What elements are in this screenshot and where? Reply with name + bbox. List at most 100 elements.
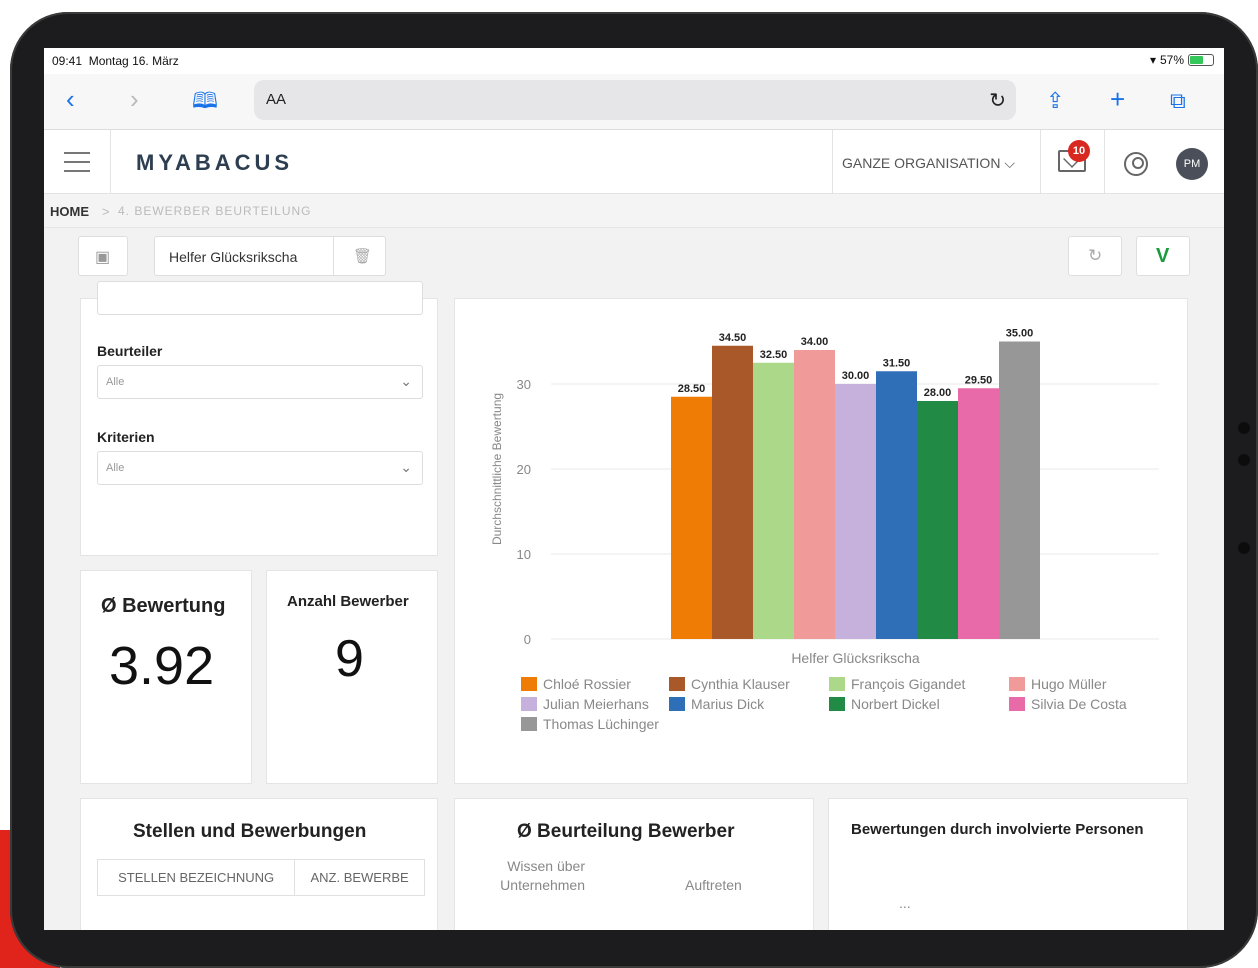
- header-divider: [110, 130, 111, 194]
- approve-button[interactable]: V: [1136, 236, 1190, 276]
- user-profile-icon[interactable]: [1124, 152, 1148, 176]
- legend-swatch: [829, 697, 845, 711]
- legend-label: Julian Meierhans: [543, 696, 649, 712]
- battery-level: [1190, 56, 1203, 64]
- bookmarks-icon[interactable]: 🕮: [192, 88, 218, 114]
- y-axis-label: Durchschnittliche Bewertung: [490, 393, 504, 545]
- refresh-button[interactable]: ↻: [1068, 236, 1122, 276]
- stellen-title: Stellen und Bewerbungen: [133, 821, 367, 842]
- beurteiler-select[interactable]: Alle ⌄: [97, 365, 423, 399]
- bar-data-label: 34.50: [719, 332, 747, 344]
- legend-swatch: [521, 697, 537, 711]
- stellen-column-header[interactable]: STELLEN BEZEICHNUNG: [96, 859, 296, 896]
- legend-swatch: [521, 677, 537, 691]
- legend-swatch: [1009, 677, 1025, 691]
- beurteiler-value: Alle: [106, 376, 125, 388]
- y-tick-label: 30: [517, 377, 531, 392]
- legend-swatch: [521, 717, 537, 731]
- bar-data-label: 28.00: [924, 387, 952, 399]
- legend-label: Marius Dick: [691, 696, 765, 712]
- bar-data-label: 29.50: [965, 374, 993, 386]
- status-bar: 09:41 Montag 16. März ▾ 57%: [44, 48, 1224, 74]
- filter-select-top[interactable]: [97, 281, 423, 315]
- approve-label: V: [1156, 245, 1170, 267]
- back-icon[interactable]: ‹: [66, 86, 75, 112]
- avg-rating-card: Ø Bewertung 3.92: [80, 570, 252, 784]
- menu-icon[interactable]: [64, 152, 90, 179]
- forward-icon[interactable]: ›: [130, 86, 139, 112]
- legend-label: Hugo Müller: [1031, 676, 1107, 692]
- tablet-side-button: [1238, 422, 1250, 434]
- save-button[interactable]: ▣: [78, 236, 128, 276]
- radar-axis-label: Wissen über Unternehmen: [500, 858, 585, 893]
- legend-swatch: [829, 677, 845, 691]
- avg-rating-value: 3.92: [109, 636, 215, 696]
- legend-swatch: [669, 677, 685, 691]
- share-icon[interactable]: ⇪: [1046, 88, 1064, 114]
- filter-card: Beurteiler Alle ⌄ Kriterien Alle ⌄: [80, 281, 438, 556]
- bar-data-label: 34.00: [801, 336, 829, 348]
- beurteiler-label: Beurteiler: [97, 343, 163, 359]
- status-time: 09:41 Montag 16. März: [52, 54, 179, 68]
- field-divider: [333, 237, 334, 275]
- kriterien-label: Kriterien: [97, 429, 155, 445]
- personen-title: Bewertungen durch involvierte Personen: [851, 821, 1144, 838]
- bar: [712, 345, 753, 639]
- new-tab-icon[interactable]: +: [1110, 86, 1125, 112]
- bar: [753, 362, 794, 639]
- photo-stage: 09:41 Montag 16. März ▾ 57% ‹ › 🕮 AA ↻ ⇪…: [0, 0, 1258, 968]
- bar-data-label: 35.00: [1006, 328, 1034, 340]
- legend-label: Norbert Dickel: [851, 696, 940, 712]
- address-bar[interactable]: AA ↻: [254, 80, 1016, 120]
- avatar[interactable]: PM: [1176, 148, 1208, 180]
- legend-swatch: [1009, 697, 1025, 711]
- bar-chart: 0 10 20 30 Durchschnittliche Bewertung 28.50 3…: [490, 328, 1159, 732]
- bar-data-label: 28.50: [678, 383, 706, 395]
- applicant-count-card: Anzahl Bewerber 9: [266, 570, 438, 784]
- reload-icon[interactable]: ↻: [989, 88, 1006, 113]
- applicant-count-value: 9: [335, 630, 364, 688]
- app-logo[interactable]: MYABACUS: [136, 150, 293, 176]
- organisation-selector[interactable]: GANZE ORGANISATION ⌵: [842, 155, 1015, 172]
- y-tick-label: 10: [517, 547, 531, 562]
- radar-axis-label: Auftreten: [685, 877, 742, 893]
- bar-data-label: 32.50: [760, 349, 788, 361]
- chart-card: 0 10 20 30 Durchschnittliche Bewertung 28.50 3…: [454, 298, 1188, 784]
- tabs-icon[interactable]: ⧉: [1170, 88, 1186, 114]
- stellen-card: Stellen und Bewerbungen STELLEN BEZEICHN…: [80, 798, 438, 930]
- breadcrumb-separator: >: [102, 204, 110, 219]
- app-header: MYABACUS GANZE ORGANISATION ⌵ 10 PM: [44, 130, 1224, 194]
- y-tick-label: 20: [517, 462, 531, 477]
- breadcrumb-current: 4. BEWERBER BEURTEILUNG: [118, 204, 312, 218]
- y-tick-label: 0: [524, 632, 531, 647]
- legend-swatch: [669, 697, 685, 711]
- breadcrumb: HOME > 4. BEWERBER BEURTEILUNG: [44, 194, 1224, 228]
- personen-card: Bewertungen durch involvierte Personen .…: [828, 798, 1188, 930]
- battery-icon: [1188, 54, 1214, 66]
- breadcrumb-home[interactable]: HOME: [50, 204, 89, 219]
- legend-label: François Gigandet: [851, 676, 966, 692]
- header-divider: [1040, 130, 1041, 194]
- stellen-column-header[interactable]: ANZ. BEWERBE: [294, 859, 425, 896]
- wifi-icon: ▾: [1149, 53, 1156, 67]
- bar: [958, 388, 999, 639]
- refresh-icon: ↻: [1088, 246, 1103, 265]
- trash-icon[interactable]: 🗑: [353, 247, 372, 265]
- legend-label: Cynthia Klauser: [691, 676, 790, 692]
- status-right: ▾ 57%: [1150, 53, 1214, 67]
- kriterien-select[interactable]: Alle ⌄: [97, 451, 423, 485]
- bar: [794, 350, 835, 639]
- title-field[interactable]: Helfer Glücksrikscha 🗑: [154, 236, 386, 276]
- loading-indicator: ...: [899, 895, 911, 911]
- main-content: ▣ Helfer Glücksrikscha 🗑 ↻ V Beurteiler …: [44, 228, 1224, 930]
- applicant-count-title: Anzahl Bewerber: [287, 593, 409, 610]
- bar: [917, 401, 958, 639]
- legend-label: Thomas Lüchinger: [543, 716, 659, 732]
- battery-percent: 57%: [1159, 53, 1184, 67]
- text-size-button[interactable]: AA: [266, 91, 286, 108]
- stellen-table: STELLEN BEZEICHNUNG ANZ. BEWERBE: [96, 859, 425, 896]
- bar: [835, 384, 876, 639]
- tablet-screen: 09:41 Montag 16. März ▾ 57% ‹ › 🕮 AA ↻ ⇪…: [44, 48, 1224, 930]
- beurteilung-title: Ø Beurteilung Bewerber: [517, 821, 735, 842]
- beurteilung-card: Ø Beurteilung Bewerber Wissen über Unter…: [454, 798, 814, 930]
